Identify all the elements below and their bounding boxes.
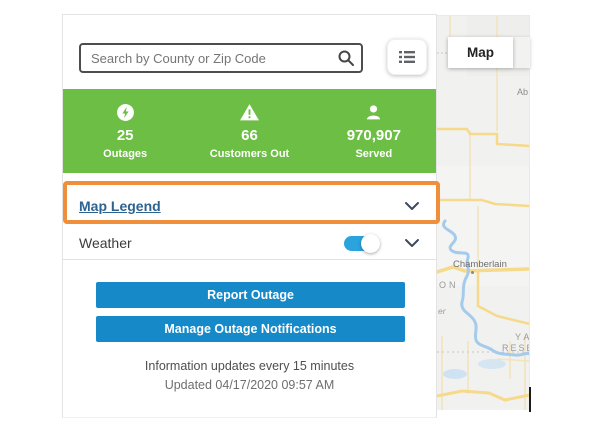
stat-customers-out: 66 Customers Out xyxy=(187,89,311,173)
map-tab[interactable]: Map xyxy=(448,37,513,68)
scrollbar-fragment xyxy=(529,387,531,412)
outage-map-app: Ab Chamberlain ON er YA RESE Map xyxy=(0,0,600,439)
outage-sidebar-panel: 25 Outages 66 Customers Out 970,907 Serv… xyxy=(62,14,437,418)
search-field-wrap xyxy=(79,43,363,73)
map-viewport[interactable]: Ab Chamberlain ON er YA RESE xyxy=(437,15,530,410)
city-dot-marker xyxy=(471,271,474,274)
stat-label: Outages xyxy=(103,147,148,160)
map-legend-link[interactable]: Map Legend xyxy=(79,198,161,214)
chevron-down-icon[interactable] xyxy=(404,201,420,211)
stat-value: 25 xyxy=(116,126,134,144)
stat-outages: 25 Outages xyxy=(63,89,187,173)
warning-triangle-icon xyxy=(240,103,259,120)
map-label-rese: RESE xyxy=(502,343,529,353)
map-label-ya: YA xyxy=(515,332,529,342)
section-divider xyxy=(63,259,436,260)
search-icon[interactable] xyxy=(337,49,355,67)
stat-value: 970,907 xyxy=(346,126,401,144)
map-label-truncated: Ab xyxy=(517,87,529,97)
stat-label: Customers Out xyxy=(209,147,290,160)
update-frequency-text: Information updates every 15 minutes xyxy=(144,359,355,373)
search-input[interactable] xyxy=(79,43,363,73)
map-legend-row: Map Legend xyxy=(63,186,436,226)
person-icon xyxy=(367,104,381,119)
last-updated-text: Updated 04/17/2020 09:57 AM xyxy=(164,378,335,392)
stat-served: 970,907 Served xyxy=(312,89,436,173)
report-outage-button[interactable]: Report Outage xyxy=(96,282,405,308)
stat-label: Served xyxy=(355,147,393,160)
list-view-button[interactable] xyxy=(387,39,427,75)
weather-row: Weather xyxy=(63,227,436,259)
map-label-city: Chamberlain xyxy=(453,259,507,270)
manage-notifications-button[interactable]: Manage Outage Notifications xyxy=(96,316,405,342)
list-icon xyxy=(399,51,415,63)
map-label-river: er xyxy=(438,306,446,316)
chevron-down-icon[interactable] xyxy=(404,238,420,248)
update-info: Information updates every 15 minutes Upd… xyxy=(63,359,436,392)
weather-toggle[interactable] xyxy=(344,233,380,253)
bolt-circle-icon xyxy=(116,103,134,121)
toggle-knob xyxy=(361,233,380,253)
weather-label: Weather xyxy=(79,235,132,251)
map-tab-partial[interactable] xyxy=(513,37,530,68)
stats-bar: 25 Outages 66 Customers Out 970,907 Serv… xyxy=(63,89,436,173)
stat-value: 66 xyxy=(241,126,258,144)
map-label-on: ON xyxy=(439,280,459,290)
